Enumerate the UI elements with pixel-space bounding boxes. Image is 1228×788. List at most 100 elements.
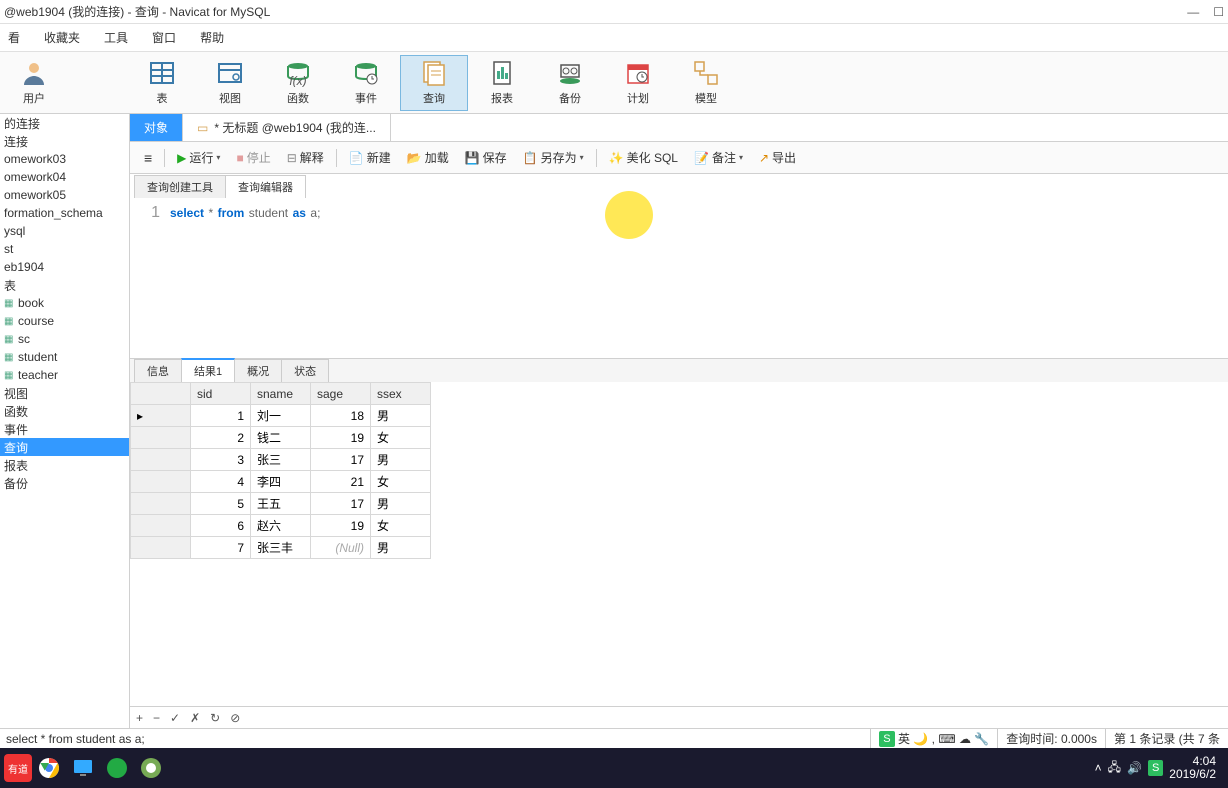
result-tab-profile[interactable]: 概况 [234,359,282,382]
tree-item[interactable]: ▦teacher [0,366,129,384]
model-tool[interactable]: 模型 [672,55,740,111]
task-chrome[interactable] [32,751,66,785]
query-file-icon: ▭ [197,121,208,135]
tree-item[interactable]: 备份 [0,474,129,492]
tree-item[interactable]: ysql [0,222,129,240]
table-tool[interactable]: 表 [128,55,196,111]
col-header[interactable]: sid [191,383,251,405]
note-button[interactable]: 📝备注▾ [688,147,749,168]
event-tool[interactable]: 事件 [332,55,400,111]
export-button[interactable]: ↗导出 [753,147,802,168]
tree-item[interactable]: 函数 [0,402,129,420]
beautify-button[interactable]: ✨美化 SQL [603,147,684,168]
tree-item[interactable]: ▦sc [0,330,129,348]
col-header[interactable]: sname [251,383,311,405]
nav-check[interactable]: ✓ [170,711,180,725]
task-monitor[interactable] [66,751,100,785]
result-tab-status[interactable]: 状态 [281,359,329,382]
query-tool[interactable]: 查询 [400,55,468,111]
tree-item[interactable]: 的连接 [0,114,129,132]
user-tool[interactable]: 用户 [0,55,68,111]
tab-query[interactable]: ▭ * 无标题 @web1904 (我的连... [183,114,391,141]
tree-item[interactable]: 事件 [0,420,129,438]
result-tab-result1[interactable]: 结果1 [181,358,235,382]
menu-help[interactable]: 帮助 [200,29,224,46]
tray-ime[interactable]: S [1148,760,1163,776]
tray-volume-icon[interactable]: 🔊 [1127,761,1142,775]
result-grid[interactable]: sidsnamesagessex▸1刘一18男2钱二19女3张三17男4李四21… [130,382,1228,706]
tree-item[interactable]: omework05 [0,186,129,204]
table-row[interactable]: 4李四21女 [131,471,431,493]
ime-indicator[interactable]: S 英 🌙 , ⌨ ☁ 🔧 [870,729,997,748]
nav-delete[interactable]: − [153,711,160,725]
menu-view[interactable]: 看 [8,29,20,46]
content-area: 对象 ▭ * 无标题 @web1904 (我的连... ≡ ▶运行▾ ■停止 ⊟… [130,114,1228,728]
col-header[interactable]: sage [311,383,371,405]
stop-button[interactable]: ■停止 [230,147,276,168]
keyboard-icon: ⌨ [938,732,955,746]
tree-item[interactable]: omework04 [0,168,129,186]
function-tool[interactable]: f(x) 函数 [264,55,332,111]
table-row[interactable]: 6赵六19女 [131,515,431,537]
tree-item[interactable]: 报表 [0,456,129,474]
table-row[interactable]: 2钱二19女 [131,427,431,449]
table-row[interactable]: 7张三丰(Null)男 [131,537,431,559]
tree-item[interactable]: 查询 [0,438,129,456]
report-tool[interactable]: 报表 [468,55,536,111]
run-button[interactable]: ▶运行▾ [171,147,226,168]
load-button[interactable]: 📂加载 [401,147,455,168]
col-header[interactable]: ssex [371,383,431,405]
sql-editor[interactable]: 1 select * from student as a; [130,198,1228,358]
tray-network-icon[interactable]: 🖧 [1108,758,1121,779]
tree-item[interactable]: ▦book [0,294,129,312]
tree-item[interactable]: 视图 [0,384,129,402]
minimize-button[interactable]: — [1187,5,1199,19]
wrench-icon: 🔧 [974,732,989,746]
view-tool[interactable]: 视图 [196,55,264,111]
tree-item[interactable]: 连接 [0,132,129,150]
tree-item[interactable]: ▦student [0,348,129,366]
status-query-time: 查询时间: 0.000s [997,729,1105,748]
subtab-editor[interactable]: 查询编辑器 [225,175,306,198]
subtab-builder[interactable]: 查询创建工具 [134,175,226,198]
user-icon [20,59,48,87]
tree-item[interactable]: ▦course [0,312,129,330]
menu-favorites[interactable]: 收藏夹 [44,29,80,46]
nav-refresh[interactable]: ↻ [210,711,220,725]
separator [164,149,165,167]
menu-tools[interactable]: 工具 [104,29,128,46]
tree-item[interactable]: omework03 [0,150,129,168]
tree-item[interactable]: eb1904 [0,258,129,276]
tree-item[interactable]: st [0,240,129,258]
nav-add[interactable]: + [136,711,143,725]
task-app-green[interactable] [100,751,134,785]
tab-objects[interactable]: 对象 [130,114,183,141]
nav-cancel[interactable]: ✗ [190,711,200,725]
backup-tool[interactable]: 备份 [536,55,604,111]
schedule-icon [624,59,652,87]
task-app-1[interactable]: 有道 [4,754,32,782]
tree-item[interactable]: formation_schema [0,204,129,222]
table-row[interactable]: 5王五17男 [131,493,431,515]
tray-clock[interactable]: 4:04 2019/6/2 [1169,755,1216,781]
windows-taskbar: 有道 ˄ 🖧 🔊 S 4:04 2019/6/2 [0,748,1228,788]
maximize-button[interactable]: ☐ [1213,5,1224,19]
explain-button[interactable]: ⊟解释 [281,147,330,168]
result-tab-info[interactable]: 信息 [134,359,182,382]
menu-window[interactable]: 窗口 [152,29,176,46]
separator [336,149,337,167]
stop-icon: ■ [236,151,243,165]
tray-up-icon[interactable]: ˄ [1095,761,1102,775]
title-bar: @web1904 (我的连接) - 查询 - Navicat for MySQL… [0,0,1228,24]
table-row[interactable]: 3张三17男 [131,449,431,471]
save-button[interactable]: 💾保存 [459,147,513,168]
table-row[interactable]: ▸1刘一18男 [131,405,431,427]
task-browser[interactable] [134,751,168,785]
tree-item[interactable]: 表 [0,276,129,294]
new-button[interactable]: 📄新建 [343,147,397,168]
function-icon: f(x) [284,59,312,87]
schedule-tool[interactable]: 计划 [604,55,672,111]
nav-stop[interactable]: ⊘ [230,711,240,725]
saveas-button[interactable]: 📋另存为▾ [517,147,590,168]
menu-toggle[interactable]: ≡ [138,148,158,168]
